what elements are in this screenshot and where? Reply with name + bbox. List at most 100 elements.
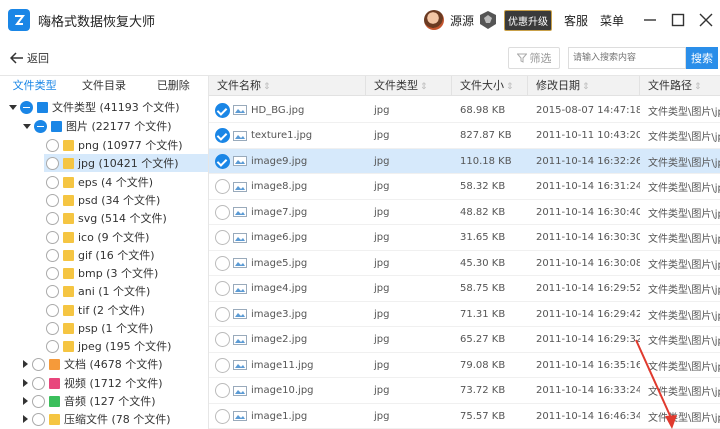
maximize-icon[interactable]	[664, 0, 692, 40]
tree-checkbox[interactable]	[46, 193, 59, 207]
tree-item-ani[interactable]: ani (1 个文件)	[46, 282, 150, 300]
chevron-right-icon[interactable]	[20, 396, 30, 406]
table-row[interactable]: texture1.jpg jpg 827.87 KB 2011-10-11 10:43…	[209, 124, 720, 149]
file-type: jpg	[374, 359, 390, 371]
table-row[interactable]: image1.jpg jpg 75.57 KB 2011-10-14 16:46:34…	[209, 404, 720, 429]
row-checkbox[interactable]	[215, 128, 230, 143]
col-header-date[interactable]: 修改日期 ⇕	[528, 76, 640, 96]
table-row[interactable]: image11.jpg jpg 79.08 KB 2011-10-14 16:35:1…	[209, 353, 720, 378]
tree-item-jpg[interactable]: jpg (10421 个文件)	[44, 154, 208, 172]
modified-date: 2011-10-14 16:29:32	[536, 334, 640, 345]
row-checkbox[interactable]	[215, 255, 230, 271]
row-checkbox[interactable]	[215, 204, 230, 220]
row-checkbox[interactable]	[215, 281, 230, 296]
row-checkbox[interactable]	[215, 102, 230, 118]
table-row[interactable]: image2.jpg jpg 65.27 KB 2011-10-14 16:29:32…	[209, 328, 720, 353]
tree-item-images[interactable]: 图片 (22177 个文件)	[22, 117, 172, 135]
tree-checkbox[interactable]	[20, 100, 33, 114]
search-button[interactable]: 搜索	[686, 47, 718, 69]
col-header-path[interactable]: 文件路径 ⇕	[640, 76, 720, 96]
tree-item-jpeg[interactable]: jpeg (195 个文件)	[46, 337, 171, 355]
image-file-icon	[233, 181, 247, 192]
back-button[interactable]: 返回	[10, 50, 49, 66]
table-row[interactable]: image10.jpg jpg 73.72 KB 2011-10-14 16:33:2…	[209, 379, 720, 404]
row-checkbox[interactable]	[215, 153, 230, 169]
chevron-down-icon[interactable]	[8, 102, 18, 112]
tree-item-videos[interactable]: 视频 (1712 个文件)	[20, 374, 163, 392]
tree-checkbox[interactable]	[46, 175, 59, 189]
tree-item-bmp[interactable]: bmp (3 个文件)	[46, 264, 158, 282]
sort-icon: ⇕	[263, 82, 271, 92]
tree-item-png[interactable]: png (10977 个文件)	[46, 136, 183, 154]
tree-item-psd[interactable]: psd (34 个文件)	[46, 191, 160, 209]
tree-item-psp[interactable]: psp (1 个文件)	[46, 319, 153, 337]
tree-item-svg[interactable]: svg (514 个文件)	[46, 209, 167, 227]
file-size: 827.87 KB	[460, 130, 512, 141]
row-checkbox[interactable]	[215, 332, 230, 347]
table-row[interactable]: image9.jpg jpg 110.18 KB 2011-10-14 16:32:2…	[209, 149, 720, 174]
tree-checkbox[interactable]	[46, 303, 59, 317]
row-checkbox[interactable]	[215, 306, 230, 322]
chevron-right-icon[interactable]	[20, 414, 30, 424]
tree-checkbox[interactable]	[46, 138, 59, 152]
table-row[interactable]: image3.jpg jpg 71.31 KB 2011-10-14 16:29:42…	[209, 302, 720, 327]
tree-checkbox[interactable]	[46, 248, 59, 262]
tree-item-label: 视频 (1712 个文件)	[64, 377, 163, 390]
col-header-name[interactable]: 文件名称 ⇕	[209, 76, 366, 96]
table-row[interactable]: image7.jpg jpg 48.82 KB 2011-10-14 16:30:40…	[209, 200, 720, 225]
modified-date: 2011-10-14 16:29:42	[536, 308, 640, 320]
upgrade-button[interactable]: 优惠升级	[503, 9, 552, 31]
image-file-icon	[233, 207, 247, 217]
tree-checkbox[interactable]	[46, 321, 59, 335]
row-checkbox[interactable]	[215, 383, 230, 398]
tree-checkbox[interactable]	[46, 156, 59, 170]
tree-checkbox[interactable]	[32, 412, 45, 426]
minimize-icon[interactable]	[636, 0, 664, 40]
avatar[interactable]	[423, 10, 444, 30]
table-row[interactable]: image5.jpg jpg 45.30 KB 2011-10-14 16:30:08…	[209, 251, 720, 276]
row-checkbox[interactable]	[215, 179, 230, 194]
tree-checkbox[interactable]	[32, 376, 45, 390]
table-row[interactable]: HD_BG.jpg jpg 68.98 KB 2015-08-07 14:47:18 文…	[209, 98, 720, 123]
service-button[interactable]: 客服	[564, 12, 588, 29]
tree-checkbox[interactable]	[46, 339, 59, 353]
tree-item-audio[interactable]: 音频 (127 个文件)	[20, 392, 156, 410]
col-header-size[interactable]: 文件大小 ⇕	[452, 76, 528, 96]
tree-checkbox[interactable]	[32, 394, 45, 408]
table-row[interactable]: image4.jpg jpg 58.75 KB 2011-10-14 16:29:52…	[209, 277, 720, 302]
menu-button[interactable]: 菜单	[600, 12, 624, 29]
col-header-type[interactable]: 文件类型 ⇕	[366, 76, 452, 96]
tree-item-documents[interactable]: 文档 (4678 个文件)	[20, 355, 163, 373]
tree-checkbox[interactable]	[46, 230, 59, 244]
video-icon	[49, 377, 60, 389]
cell-name: texture1.jpg	[209, 128, 366, 143]
tab-file-type[interactable]: 文件类型	[0, 76, 69, 96]
tree-checkbox[interactable]	[32, 357, 45, 371]
file-type: jpg	[374, 308, 390, 320]
tab-deleted[interactable]: 已删除	[139, 76, 208, 96]
table-row[interactable]: image8.jpg jpg 58.32 KB 2011-10-14 16:31:24…	[209, 175, 720, 200]
chevron-right-icon[interactable]	[20, 378, 30, 388]
chevron-down-icon[interactable]	[22, 121, 32, 131]
chevron-right-icon[interactable]	[20, 359, 30, 369]
tree-checkbox[interactable]	[46, 266, 59, 280]
tree-item-gif[interactable]: gif (16 个文件)	[46, 246, 154, 264]
tree-checkbox[interactable]	[46, 211, 59, 225]
tree-item-file-types[interactable]: 文件类型 (41193 个文件)	[8, 98, 180, 116]
row-checkbox[interactable]	[215, 230, 230, 245]
shield-rank-icon[interactable]	[478, 10, 498, 30]
tree-item-eps[interactable]: eps (4 个文件)	[46, 173, 153, 191]
username[interactable]: 源源	[450, 12, 474, 29]
row-checkbox[interactable]	[215, 408, 230, 424]
tree-checkbox[interactable]	[34, 119, 47, 133]
filter-button[interactable]: 筛选	[508, 47, 560, 69]
tree-checkbox[interactable]	[46, 284, 59, 298]
tab-file-directory[interactable]: 文件目录	[69, 76, 138, 96]
tree-item-tif[interactable]: tif (2 个文件)	[46, 301, 145, 319]
tree-item-ico[interactable]: ico (9 个文件)	[46, 228, 149, 246]
close-icon[interactable]	[692, 0, 720, 40]
row-checkbox[interactable]	[215, 357, 230, 373]
table-row[interactable]: image6.jpg jpg 31.65 KB 2011-10-14 16:30:30…	[209, 226, 720, 251]
tree-item-archives[interactable]: 压缩文件 (78 个文件)	[20, 410, 171, 428]
search-input[interactable]	[568, 47, 686, 69]
